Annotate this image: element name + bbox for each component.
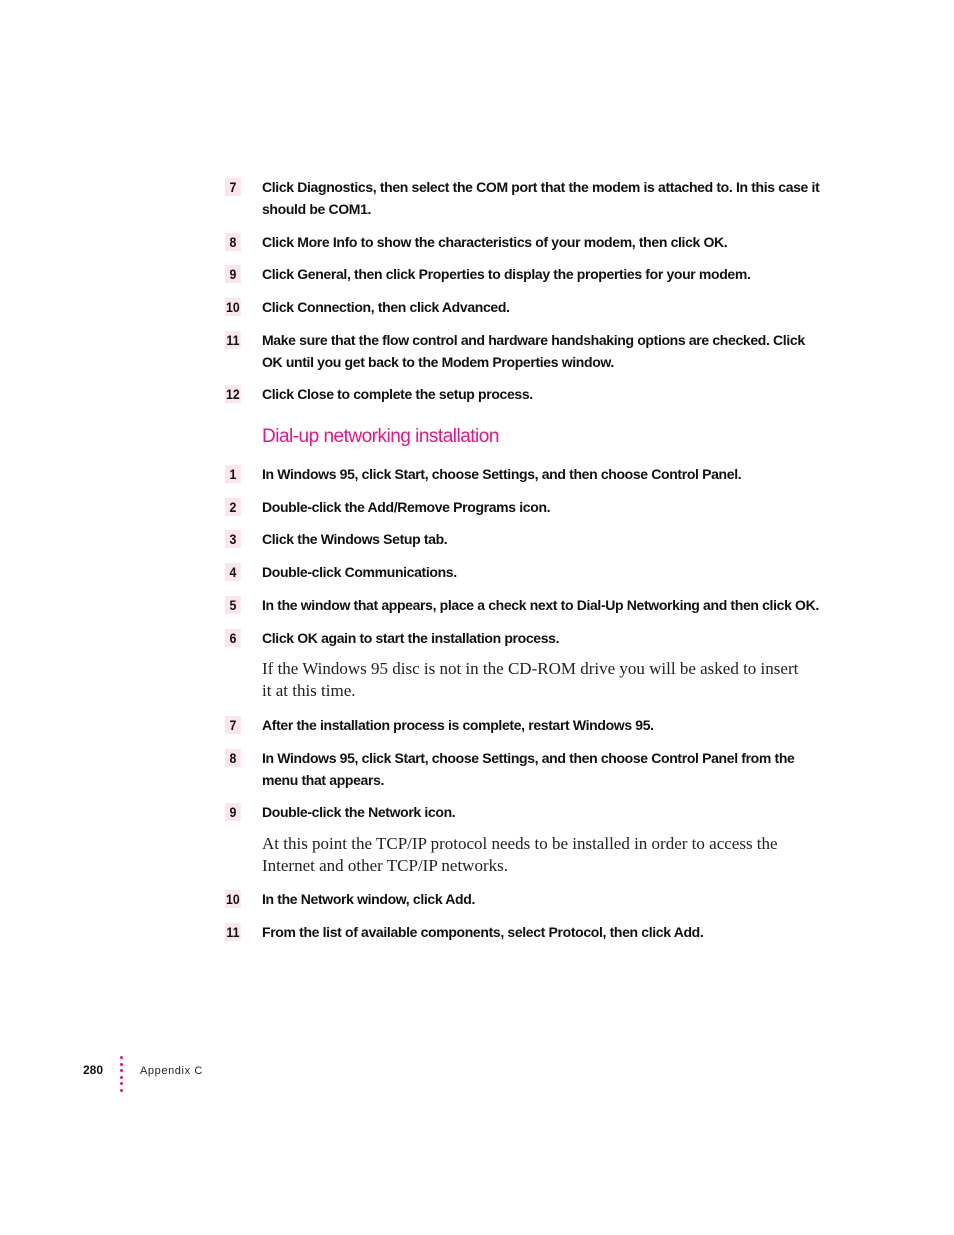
step-number: 1 xyxy=(225,465,241,483)
step-item: 4 Double-click Communications. xyxy=(225,563,815,581)
step-number: 10 xyxy=(225,298,241,316)
step-text: After the installation process is comple… xyxy=(262,717,654,733)
step-number: 12 xyxy=(225,385,241,403)
step-number: 9 xyxy=(225,265,241,283)
step-number: 4 xyxy=(225,563,241,581)
step-item: 7 Click Diagnostics, then select the COM… xyxy=(225,178,820,217)
step-text: Click Close to complete the setup proces… xyxy=(262,386,533,402)
note-paragraph: At this point the TCP/IP protocol needs … xyxy=(262,834,778,875)
step-number: 11 xyxy=(225,331,241,349)
step-item: 1 In Windows 95, click Start, choose Set… xyxy=(225,465,815,483)
step-number: 3 xyxy=(225,530,241,548)
step-item: 12 Click Close to complete the setup pro… xyxy=(225,385,815,403)
section-heading: Dial-up networking installation xyxy=(262,426,499,447)
step-text: Click Diagnostics, then select the COM p… xyxy=(262,179,820,217)
step-text: Click More Info to show the characterist… xyxy=(262,234,728,250)
step-number: 10 xyxy=(225,890,241,908)
step-text: In the Network window, click Add. xyxy=(262,891,475,907)
step-item: 10 Click Connection, then click Advanced… xyxy=(225,298,815,316)
step-text: Click the Windows Setup tab. xyxy=(262,531,448,547)
step-number: 9 xyxy=(225,803,241,821)
step-text: Double-click Communications. xyxy=(262,564,457,580)
step-item: 7 After the installation process is comp… xyxy=(225,716,815,734)
step-number: 8 xyxy=(225,233,241,251)
step-item: 3 Click the Windows Setup tab. xyxy=(225,530,815,548)
step-text: Double-click the Add/Remove Programs ico… xyxy=(262,499,551,515)
step-text: In Windows 95, click Start, choose Setti… xyxy=(262,750,795,788)
step-number: 7 xyxy=(225,716,241,734)
step-item: 8 In Windows 95, click Start, choose Set… xyxy=(225,749,815,788)
step-item: 11 Make sure that the flow control and h… xyxy=(225,331,815,370)
step-text: Click General, then click Properties to … xyxy=(262,266,751,282)
footer-divider xyxy=(120,1056,123,1096)
step-number: 8 xyxy=(225,749,241,767)
footer-section-label: Appendix C xyxy=(140,1065,203,1077)
step-item: 9 Click General, then click Properties t… xyxy=(225,265,815,283)
step-text: From the list of available components, s… xyxy=(262,924,704,940)
step-item: 9 Double-click the Network icon. xyxy=(225,803,815,821)
step-text: Make sure that the flow control and hard… xyxy=(262,332,805,370)
page-number: 280 xyxy=(83,1063,104,1077)
step-number: 2 xyxy=(225,498,241,516)
step-item: 6 Click OK again to start the installati… xyxy=(225,629,815,647)
step-number: 5 xyxy=(225,596,241,614)
step-item: 11 From the list of available components… xyxy=(225,923,815,941)
step-text: In the window that appears, place a chec… xyxy=(262,597,819,613)
step-text: Click Connection, then click Advanced. xyxy=(262,299,510,315)
step-item: 5 In the window that appears, place a ch… xyxy=(225,596,819,614)
step-item: 10 In the Network window, click Add. xyxy=(225,890,815,908)
step-number: 6 xyxy=(225,629,241,647)
step-text: Click OK again to start the installation… xyxy=(262,630,560,646)
step-number: 7 xyxy=(225,178,241,196)
step-text: Double-click the Network icon. xyxy=(262,804,456,820)
step-item: 2 Double-click the Add/Remove Programs i… xyxy=(225,498,815,516)
step-text: In Windows 95, click Start, choose Setti… xyxy=(262,466,742,482)
step-item: 8 Click More Info to show the characteri… xyxy=(225,233,815,251)
step-number: 11 xyxy=(225,923,241,941)
note-paragraph: If the Windows 95 disc is not in the CD-… xyxy=(262,659,799,700)
